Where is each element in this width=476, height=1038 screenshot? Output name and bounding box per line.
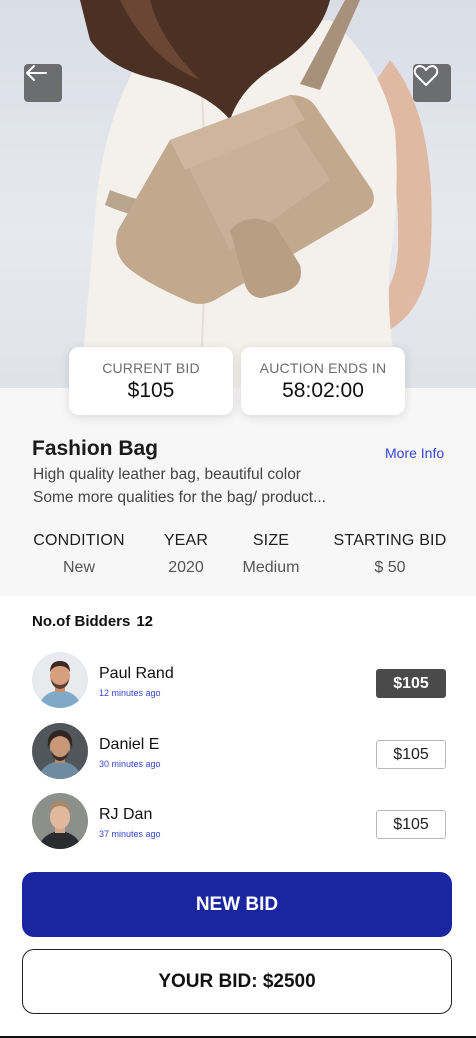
bidder-row[interactable]: Daniel E 30 minutes ago $105: [0, 723, 476, 781]
bidder-name: RJ Dan: [99, 806, 153, 823]
bidders-count: 12: [136, 613, 154, 630]
bidder-row[interactable]: RJ Dan 37 minutes ago $105: [0, 793, 476, 851]
current-bid-value: $105: [127, 379, 175, 402]
favorite-button[interactable]: [413, 64, 451, 102]
new-bid-button[interactable]: NEW BID: [22, 872, 452, 937]
spec-label: YEAR: [163, 532, 209, 549]
spec-size: SIZE Medium: [236, 532, 306, 577]
product-photo: [80, 0, 432, 388]
avatar: [32, 652, 88, 708]
avatar: [32, 723, 88, 779]
auction-ends-card: AUCTION ENDS IN 58:02:00: [241, 347, 405, 415]
bid-amount-badge: $105: [376, 810, 446, 839]
your-bid-button[interactable]: YOUR BID: $2500: [22, 949, 452, 1014]
product-description-line2: Some more qualities for the bag/ product…: [33, 489, 326, 506]
bidder-row[interactable]: Paul Rand 12 minutes ago $105: [0, 652, 476, 710]
spec-value: 2020: [168, 559, 204, 576]
product-hero-image: [0, 0, 476, 388]
product-title: Fashion Bag: [32, 437, 159, 460]
arrow-left-icon: [26, 65, 47, 81]
spec-label: STARTING BID: [333, 532, 447, 549]
more-info-link[interactable]: More Info: [385, 445, 444, 461]
back-button[interactable]: [24, 64, 62, 102]
current-bid-label: CURRENT BID: [102, 360, 200, 376]
product-description-line1: High quality leather bag, beautiful colo…: [33, 466, 301, 483]
bid-time: 12 minutes ago: [99, 688, 161, 698]
spec-label: CONDITION: [33, 532, 125, 549]
spec-condition: CONDITION New: [31, 532, 127, 577]
bidders-count-heading: No.of Bidders 12: [32, 613, 153, 630]
bidders-label: No.of Bidders: [32, 613, 131, 630]
auction-ends-value: 58:02:00: [282, 379, 364, 402]
bidder-name: Paul Rand: [99, 665, 174, 682]
spec-value: New: [62, 559, 95, 576]
spec-value: Medium: [242, 559, 300, 576]
auction-ends-label: AUCTION ENDS IN: [259, 360, 387, 376]
avatar: [32, 793, 88, 849]
heart-outline-icon: [413, 65, 439, 86]
bid-time: 37 minutes ago: [99, 829, 161, 839]
product-info-section: Fashion Bag More Info High quality leath…: [0, 388, 476, 596]
bid-amount-badge: $105: [376, 669, 446, 698]
spec-value: $ 50: [374, 559, 406, 576]
spec-label: SIZE: [252, 532, 290, 549]
current-bid-card: CURRENT BID $105: [69, 347, 233, 415]
spec-starting-bid: STARTING BID $ 50: [333, 532, 447, 577]
bid-amount-badge: $105: [376, 740, 446, 769]
spec-year: YEAR 2020: [160, 532, 212, 577]
bidder-name: Daniel E: [99, 736, 160, 753]
bid-time: 30 minutes ago: [99, 759, 161, 769]
